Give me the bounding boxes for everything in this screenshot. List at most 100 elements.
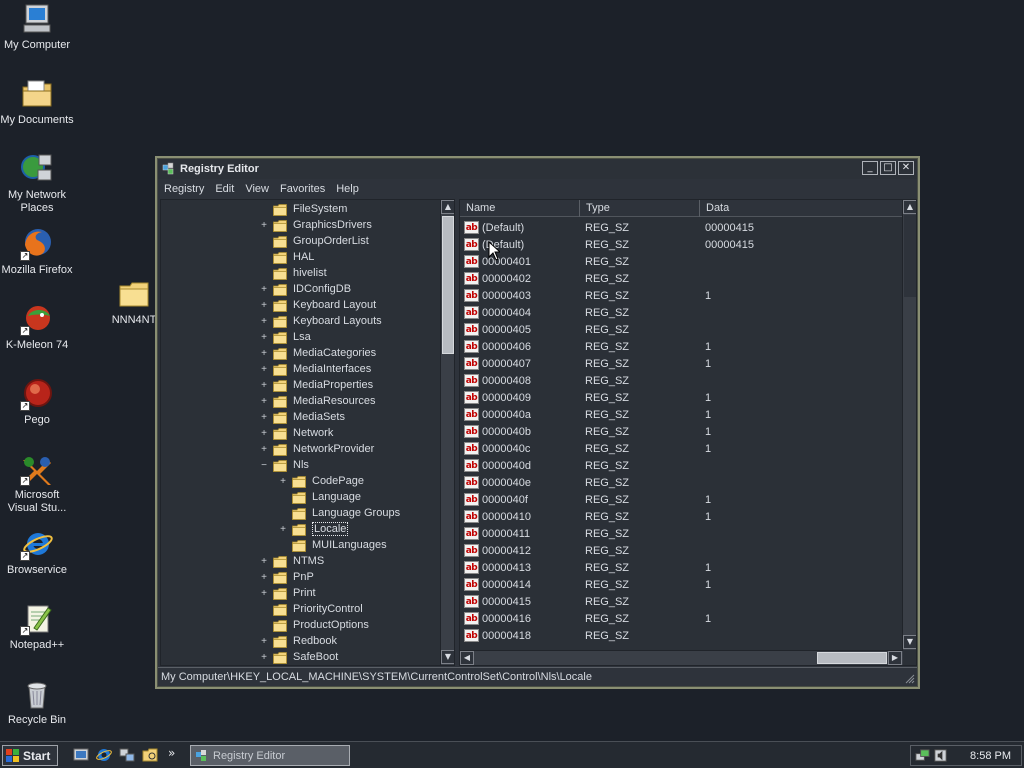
horizontal-scroll-thumb[interactable]: [817, 652, 887, 664]
value-row[interactable]: ab 00000418 REG_SZ: [460, 627, 903, 644]
value-row[interactable]: ab 00000401 REG_SZ: [460, 253, 903, 270]
tree-vertical-scrollbar[interactable]: ▲ ▼: [440, 200, 454, 665]
volume-icon[interactable]: [933, 748, 948, 763]
tree-node[interactable]: Language Groups: [278, 505, 400, 521]
scroll-up-button[interactable]: ▲: [903, 200, 916, 214]
desktop-icon-recycle-bin[interactable]: Recycle Bin: [0, 677, 74, 727]
value-row[interactable]: ab (Default) REG_SZ 00000415: [460, 236, 903, 253]
registry-editor-window[interactable]: Registry Editor _ □ ✕ Registry Edit View…: [155, 156, 920, 689]
value-row[interactable]: ab 00000415 REG_SZ: [460, 593, 903, 610]
value-row[interactable]: ab 00000410 REG_SZ 1: [460, 508, 903, 525]
expand-icon[interactable]: +: [259, 428, 269, 439]
expand-icon[interactable]: +: [259, 636, 269, 647]
title-bar[interactable]: Registry Editor _ □ ✕: [158, 159, 917, 179]
tree-node[interactable]: − Nls: [259, 457, 309, 473]
value-row[interactable]: ab 00000408 REG_SZ: [460, 372, 903, 389]
expand-icon[interactable]: +: [259, 572, 269, 583]
clock[interactable]: 8:58 PM: [970, 750, 1011, 762]
tree-node[interactable]: + NTMS: [259, 553, 324, 569]
tree-node[interactable]: + MediaResources: [259, 393, 376, 409]
tree-node[interactable]: FileSystem: [259, 201, 347, 217]
network-icon[interactable]: [119, 747, 135, 763]
tree-node[interactable]: HAL: [259, 249, 314, 265]
tree-node[interactable]: + MediaSets: [259, 409, 345, 425]
value-row[interactable]: ab 00000406 REG_SZ 1: [460, 338, 903, 355]
value-row[interactable]: ab 00000405 REG_SZ: [460, 321, 903, 338]
expand-icon[interactable]: +: [259, 332, 269, 343]
tree-node[interactable]: + Locale: [278, 521, 349, 537]
expand-icon[interactable]: +: [259, 396, 269, 407]
scroll-thumb[interactable]: [904, 215, 916, 297]
value-row[interactable]: ab 00000402 REG_SZ: [460, 270, 903, 287]
value-row[interactable]: ab 0000040e REG_SZ: [460, 474, 903, 491]
desktop-icon-my-computer[interactable]: My Computer: [0, 2, 74, 52]
tree-node[interactable]: PriorityControl: [259, 601, 363, 617]
values-list-pane[interactable]: Name Type Data ab (Default) REG_SZ 00000415…: [459, 199, 917, 666]
scroll-left-button[interactable]: ◀: [460, 651, 474, 665]
network-status-icon[interactable]: [915, 748, 930, 763]
value-row[interactable]: ab 0000040c REG_SZ 1: [460, 440, 903, 457]
value-row[interactable]: ab 00000412 REG_SZ: [460, 542, 903, 559]
tree-node[interactable]: + IDConfigDB: [259, 281, 351, 297]
value-row[interactable]: ab 00000416 REG_SZ 1: [460, 610, 903, 627]
tree-node[interactable]: + MediaInterfaces: [259, 361, 371, 377]
expand-icon[interactable]: +: [259, 380, 269, 391]
desktop-icon-browservice[interactable]: ↗ Browservice: [0, 527, 74, 577]
expand-icon[interactable]: +: [259, 300, 269, 311]
scroll-up-button[interactable]: ▲: [441, 200, 454, 214]
tree-node[interactable]: ProductOptions: [259, 617, 369, 633]
tree-node[interactable]: + PnP: [259, 569, 314, 585]
tree-node[interactable]: + SafeBoot: [259, 649, 338, 665]
desktop-icon-my-network-places[interactable]: My Network Places: [0, 152, 74, 215]
value-row[interactable]: ab 00000403 REG_SZ 1: [460, 287, 903, 304]
menu-edit[interactable]: Edit: [215, 183, 234, 195]
desktop-icon-notepad-plus-plus[interactable]: ↗ Notepad++: [0, 602, 74, 652]
tree-node[interactable]: + Print: [259, 585, 316, 601]
expand-icon[interactable]: +: [259, 556, 269, 567]
key-tree-pane[interactable]: FileSystem + GraphicsDrivers GroupOrderList…: [160, 199, 455, 666]
desktop-icon-mozilla-firefox[interactable]: ↗ Mozilla Firefox: [0, 227, 74, 277]
value-row[interactable]: ab 00000407 REG_SZ 1: [460, 355, 903, 372]
menu-registry[interactable]: Registry: [164, 183, 204, 195]
tree-node[interactable]: + Redbook: [259, 633, 337, 649]
tree-node[interactable]: hivelist: [259, 265, 327, 281]
minimize-button[interactable]: _: [862, 161, 878, 175]
value-row[interactable]: ab 00000414 REG_SZ 1: [460, 576, 903, 593]
tree-node[interactable]: MUILanguages: [278, 537, 387, 553]
value-row[interactable]: ab 0000040d REG_SZ: [460, 457, 903, 474]
list-horizontal-scrollbar[interactable]: ◀ ▶: [460, 650, 903, 665]
collapse-icon[interactable]: −: [259, 460, 269, 471]
scroll-down-button[interactable]: ▼: [441, 650, 454, 664]
explorer-icon[interactable]: [142, 747, 158, 763]
tree-node[interactable]: + Network: [259, 425, 333, 441]
desktop-icon-k-meleon[interactable]: ↗ K-Meleon 74: [0, 302, 74, 352]
expand-icon[interactable]: +: [259, 588, 269, 599]
tree-node[interactable]: + Lsa: [259, 329, 311, 345]
expand-icon[interactable]: +: [259, 412, 269, 423]
scroll-down-button[interactable]: ▼: [903, 635, 916, 649]
tree-node[interactable]: + NetworkProvider: [259, 441, 374, 457]
value-row[interactable]: ab 00000413 REG_SZ 1: [460, 559, 903, 576]
quick-launch-overflow[interactable]: »: [168, 746, 175, 760]
scroll-thumb[interactable]: [442, 216, 454, 354]
tree-node[interactable]: + GraphicsDrivers: [259, 217, 372, 233]
menu-view[interactable]: View: [245, 183, 269, 195]
expand-icon[interactable]: +: [259, 220, 269, 231]
maximize-button[interactable]: □: [880, 161, 896, 175]
tree-node[interactable]: GroupOrderList: [259, 233, 369, 249]
tree-node[interactable]: + MediaCategories: [259, 345, 376, 361]
resize-grip-icon[interactable]: [903, 672, 915, 684]
value-row[interactable]: ab 0000040b REG_SZ 1: [460, 423, 903, 440]
tree-node[interactable]: Language: [278, 489, 361, 505]
value-row[interactable]: ab 00000411 REG_SZ: [460, 525, 903, 542]
desktop-icon-my-documents[interactable]: My Documents: [0, 77, 74, 127]
value-row[interactable]: ab 00000404 REG_SZ: [460, 304, 903, 321]
desktop-icon-pego[interactable]: ↗ Pego: [0, 377, 74, 427]
tree-node[interactable]: + MediaProperties: [259, 377, 373, 393]
close-button[interactable]: ✕: [898, 161, 914, 175]
expand-icon[interactable]: +: [259, 444, 269, 455]
tree-node[interactable]: + Keyboard Layouts: [259, 313, 382, 329]
expand-icon[interactable]: +: [278, 476, 288, 487]
expand-icon[interactable]: +: [278, 524, 288, 535]
expand-icon[interactable]: +: [259, 316, 269, 327]
